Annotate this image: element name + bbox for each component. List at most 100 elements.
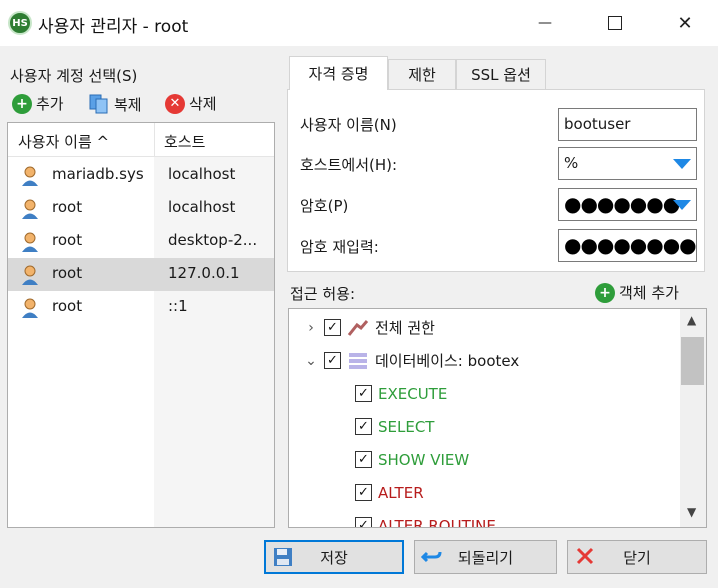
minimize-button[interactable]: — <box>522 0 568 46</box>
privilege-checkbox[interactable]: ✓ <box>355 451 372 468</box>
user-host: ::1 <box>168 297 188 315</box>
global-privileges-icon <box>347 319 369 336</box>
password-masked-value: ●●●●●●● <box>564 192 680 216</box>
close-button-label: 닫기 <box>623 548 651 567</box>
repeat-password-label: 암호 재입력: <box>300 238 379 256</box>
tree-node-global[interactable]: › ✓ 전체 권한 <box>304 311 435 344</box>
repeat-password-masked-value: ●●●●●●●●● <box>564 233 696 257</box>
tab-credentials-label: 자격 증명 <box>308 65 369 83</box>
tab-ssl-options[interactable]: SSL 옵션 <box>456 59 546 89</box>
maximize-icon <box>608 16 622 30</box>
host-value: % <box>564 154 579 172</box>
delete-user-label: 삭제 <box>189 95 217 113</box>
privilege-item[interactable]: ✓ ALTER ROUTINE <box>355 509 496 528</box>
database-checkbox[interactable]: ✓ <box>324 352 341 369</box>
tab-limits[interactable]: 제한 <box>388 59 456 89</box>
user-host: desktop-2... <box>168 231 258 249</box>
add-user-label: 추가 <box>36 95 64 113</box>
privilege-label: SHOW VIEW <box>378 450 470 469</box>
dropdown-arrow-icon[interactable] <box>673 200 691 210</box>
title-bar: HS 사용자 관리자 - root — ✕ <box>0 0 718 46</box>
add-object-button[interactable]: + 객체 추가 <box>595 282 679 303</box>
maximize-button[interactable] <box>592 0 638 46</box>
save-button-label: 저장 <box>320 548 348 567</box>
user-name: mariadb.sys <box>52 165 144 183</box>
add-object-label: 객체 추가 <box>619 284 679 302</box>
scroll-up-icon[interactable]: ▲ <box>687 313 696 327</box>
privilege-item[interactable]: ✓ ALTER <box>355 476 424 509</box>
user-row[interactable]: root ::1 <box>8 291 274 324</box>
tree-node-database[interactable]: ⌄ ✓ 데이터베이스: bootex <box>304 344 519 377</box>
window-title: 사용자 관리자 - root <box>38 17 189 37</box>
scroll-down-icon[interactable]: ▼ <box>687 505 696 519</box>
user-row[interactable]: root localhost <box>8 192 274 225</box>
plus-icon: + <box>12 93 32 114</box>
privilege-item[interactable]: ✓ EXECUTE <box>355 377 447 410</box>
user-icon <box>22 298 38 318</box>
select-account-label: 사용자 계정 선택(S) <box>10 67 138 85</box>
plus-icon: + <box>595 282 615 303</box>
privilege-checkbox[interactable]: ✓ <box>355 484 372 501</box>
user-name: root <box>52 198 83 216</box>
user-row[interactable]: mariadb.sys localhost <box>8 159 274 192</box>
tab-credentials[interactable]: 자격 증명 <box>289 56 388 90</box>
global-privileges-label: 전체 권한 <box>375 319 435 337</box>
privilege-checkbox[interactable]: ✓ <box>355 517 372 527</box>
user-host: localhost <box>168 198 236 216</box>
privilege-label: SELECT <box>378 417 435 436</box>
user-row-selected[interactable]: root 127.0.0.1 <box>8 258 274 291</box>
column-header-host[interactable]: 호스트 <box>164 131 205 152</box>
user-name: root <box>52 297 83 315</box>
privilege-item[interactable]: ✓ SHOW VIEW <box>355 443 469 476</box>
privilege-item[interactable]: ✓ SELECT <box>355 410 434 443</box>
clone-icon <box>89 94 108 114</box>
user-icon <box>22 199 38 219</box>
user-row[interactable]: root desktop-2... <box>8 225 274 258</box>
access-allowed-label: 접근 허용: <box>290 285 356 303</box>
chevron-down-icon[interactable]: ⌄ <box>304 353 318 369</box>
privilege-checkbox[interactable]: ✓ <box>355 385 372 402</box>
chevron-right-icon[interactable]: › <box>304 320 318 336</box>
clone-user-button[interactable]: 복제 <box>88 93 142 115</box>
tab-ssl-label: SSL 옵션 <box>471 66 531 84</box>
user-icon <box>22 166 38 186</box>
clone-user-label: 복제 <box>114 95 142 114</box>
user-name: root <box>52 264 83 282</box>
column-header-username[interactable]: 사용자 이름 ^ <box>18 131 109 152</box>
privilege-label: EXECUTE <box>378 384 448 403</box>
save-button[interactable]: 저장 <box>264 540 404 574</box>
close-button[interactable]: 닫기 <box>567 540 707 574</box>
delete-icon: ✕ <box>165 93 185 114</box>
repeat-password-input[interactable]: ●●●●●●●●● <box>558 229 697 262</box>
global-checkbox[interactable]: ✓ <box>324 319 341 336</box>
host-dropdown[interactable]: % <box>558 147 697 180</box>
username-label: 사용자 이름(N) <box>300 116 397 134</box>
revert-button[interactable]: 되돌리기 <box>414 540 557 574</box>
database-icon <box>349 352 367 369</box>
user-list-header: 사용자 이름 ^ 호스트 <box>8 123 274 157</box>
privilege-checkbox[interactable]: ✓ <box>355 418 372 435</box>
username-input[interactable]: bootuser <box>558 108 697 141</box>
delete-user-button[interactable]: ✕ 삭제 <box>165 93 217 114</box>
dropdown-arrow-icon[interactable] <box>673 159 691 169</box>
user-host: 127.0.0.1 <box>168 264 240 282</box>
close-window-button[interactable]: ✕ <box>662 0 708 46</box>
user-host: localhost <box>168 165 236 183</box>
heidisql-app-icon: HS <box>8 11 32 35</box>
revert-button-label: 되돌리기 <box>457 548 514 567</box>
user-list[interactable]: 사용자 이름 ^ 호스트 mariadb.sys localhost root … <box>7 122 275 528</box>
user-icon <box>22 232 38 252</box>
user-icon <box>22 265 38 285</box>
add-user-button[interactable]: + 추가 <box>12 93 64 114</box>
scrollbar-thumb[interactable] <box>681 337 704 385</box>
privileges-tree[interactable]: › ✓ 전체 권한 ⌄ ✓ 데이터베이스: bootex ✓ EXECUTE ✓… <box>288 308 707 528</box>
username-value: bootuser <box>564 115 631 133</box>
database-label: 데이터베이스: bootex <box>375 352 520 370</box>
column-divider[interactable] <box>154 123 155 157</box>
password-input[interactable]: ●●●●●●● <box>558 188 697 221</box>
tab-limits-label: 제한 <box>408 66 436 84</box>
privilege-label: ALTER ROUTINE <box>378 516 496 528</box>
privilege-label: ALTER <box>378 483 424 502</box>
host-label: 호스트에서(H): <box>300 156 398 174</box>
user-name: root <box>52 231 83 249</box>
